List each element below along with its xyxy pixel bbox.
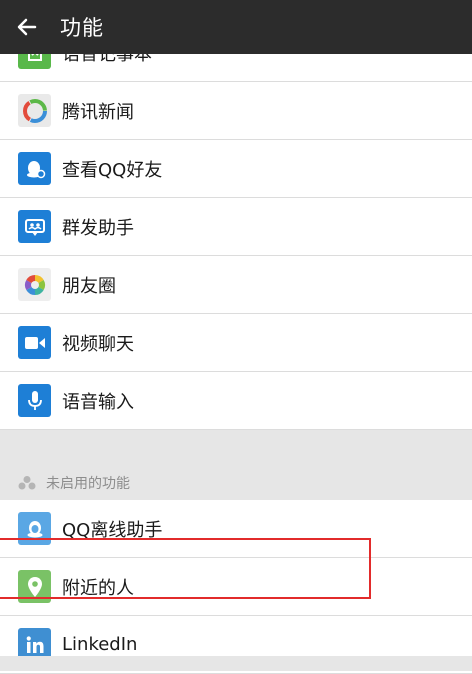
list-item-mass-message[interactable]: 群发助手 bbox=[0, 198, 472, 256]
back-arrow-icon bbox=[17, 18, 37, 36]
voice-input-icon bbox=[18, 384, 51, 417]
list-item-tencent-news[interactable]: 腾讯新闻 bbox=[0, 82, 472, 140]
top-bar: 功能 bbox=[0, 0, 472, 54]
list-item-qq-friends[interactable]: 查看QQ好友 bbox=[0, 140, 472, 198]
list-item-label: 查看QQ好友 bbox=[62, 159, 163, 181]
section-gap bbox=[0, 430, 472, 465]
list-item-video-chat[interactable]: 视频聊天 bbox=[0, 314, 472, 372]
list-item-label: LinkedIn bbox=[62, 634, 138, 655]
qq-friends-icon bbox=[18, 152, 51, 185]
list-item-label: 群发助手 bbox=[62, 217, 134, 239]
highlight-box bbox=[0, 538, 371, 599]
bottom-spacer bbox=[0, 656, 472, 671]
list-item-moments[interactable]: 朋友圈 bbox=[0, 256, 472, 314]
list-item-label: 语音输入 bbox=[62, 391, 134, 413]
list-item-label: 朋友圈 bbox=[62, 275, 116, 297]
mass-message-icon bbox=[18, 210, 51, 243]
group-icon bbox=[17, 475, 37, 491]
list-item-voice-input[interactable]: 语音输入 bbox=[0, 372, 472, 430]
video-chat-icon bbox=[18, 326, 51, 359]
page-title: 功能 bbox=[60, 16, 104, 40]
list-item-label: 腾讯新闻 bbox=[62, 101, 134, 123]
section-title: 未启用的功能 bbox=[46, 475, 130, 492]
tencent-news-icon bbox=[18, 94, 51, 127]
back-button[interactable] bbox=[0, 0, 54, 54]
list-item-label: 视频聊天 bbox=[62, 333, 134, 355]
disabled-section-header: 未启用的功能 bbox=[0, 465, 472, 500]
moments-icon bbox=[18, 268, 51, 301]
